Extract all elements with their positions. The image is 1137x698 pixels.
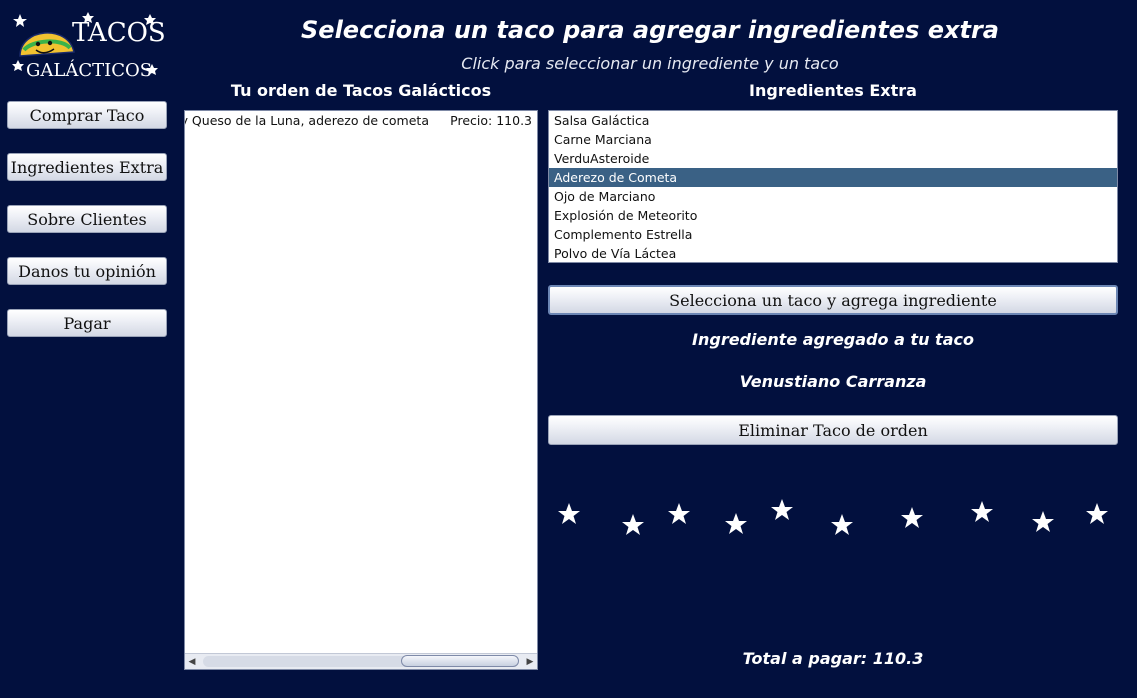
star-icon	[831, 514, 853, 535]
star-icon	[901, 507, 923, 528]
buy-taco-button[interactable]: Comprar Taco	[7, 101, 167, 129]
logo-word-tacos: TACOS	[72, 18, 166, 48]
order-row-description: y Queso de la Luna, aderezo de cometa	[184, 113, 429, 128]
star-icon	[1032, 511, 1054, 532]
logo: TACOS GALÁCTICOS	[12, 10, 166, 84]
page-title: Selecciona un taco para agregar ingredie…	[301, 16, 999, 44]
scroll-thumb[interactable]	[401, 655, 519, 667]
scroll-left-arrow-icon[interactable]: ◀	[185, 654, 199, 669]
ingredient-item[interactable]: Salsa Galáctica	[549, 111, 1117, 130]
scroll-right-arrow-icon[interactable]: ▶	[523, 654, 537, 669]
order-row[interactable]: y Queso de la Luna, aderezo de cometa Pr…	[185, 113, 537, 131]
ingredient-item-selected[interactable]: Aderezo de Cometa	[549, 168, 1117, 187]
status-message: Ingrediente agregado a tu taco	[692, 330, 974, 349]
ingredient-item[interactable]: VerduAsteroide	[549, 149, 1117, 168]
star-icon	[668, 503, 690, 524]
ingredients-list[interactable]: Salsa Galáctica Carne Marciana VerduAste…	[548, 110, 1118, 263]
star-icon	[622, 514, 644, 535]
order-row-price: Precio: 110.3	[450, 113, 532, 128]
ingredient-item[interactable]: Ojo de Marciano	[549, 187, 1117, 206]
page-subtitle: Click para seleccionar un ingrediente y …	[461, 54, 839, 73]
ingredients-title: Ingredientes Extra	[749, 81, 917, 100]
total-to-pay: Total a pagar: 110.3	[742, 649, 924, 668]
remove-taco-button[interactable]: Eliminar Taco de orden	[548, 415, 1118, 445]
feedback-button[interactable]: Danos tu opinión	[7, 257, 167, 285]
star-icon	[771, 499, 793, 520]
logo-word-galacticos: GALÁCTICOS	[26, 60, 153, 81]
about-customers-button[interactable]: Sobre Clientes	[7, 205, 167, 233]
ingredient-item[interactable]: Explosión de Meteorito	[549, 206, 1117, 225]
customer-name: Venustiano Carranza	[739, 372, 927, 391]
ingredient-item[interactable]: Carne Marciana	[549, 130, 1117, 149]
order-list[interactable]: y Queso de la Luna, aderezo de cometa Pr…	[184, 110, 538, 670]
star-icon	[971, 501, 993, 522]
star-icon	[558, 503, 580, 524]
ingredient-item[interactable]: Complemento Estrella	[549, 225, 1117, 244]
extra-ingredients-button[interactable]: Ingredientes Extra	[7, 153, 167, 181]
pay-button[interactable]: Pagar	[7, 309, 167, 337]
add-ingredient-button[interactable]: Selecciona un taco y agrega ingrediente	[548, 285, 1118, 315]
order-horizontal-scrollbar[interactable]: ◀ ▶	[185, 653, 537, 669]
order-title: Tu orden de Tacos Galácticos	[230, 81, 492, 100]
star-icon	[725, 513, 747, 534]
star-icon	[1086, 503, 1108, 524]
ingredient-item[interactable]: Polvo de Vía Láctea	[549, 244, 1117, 263]
